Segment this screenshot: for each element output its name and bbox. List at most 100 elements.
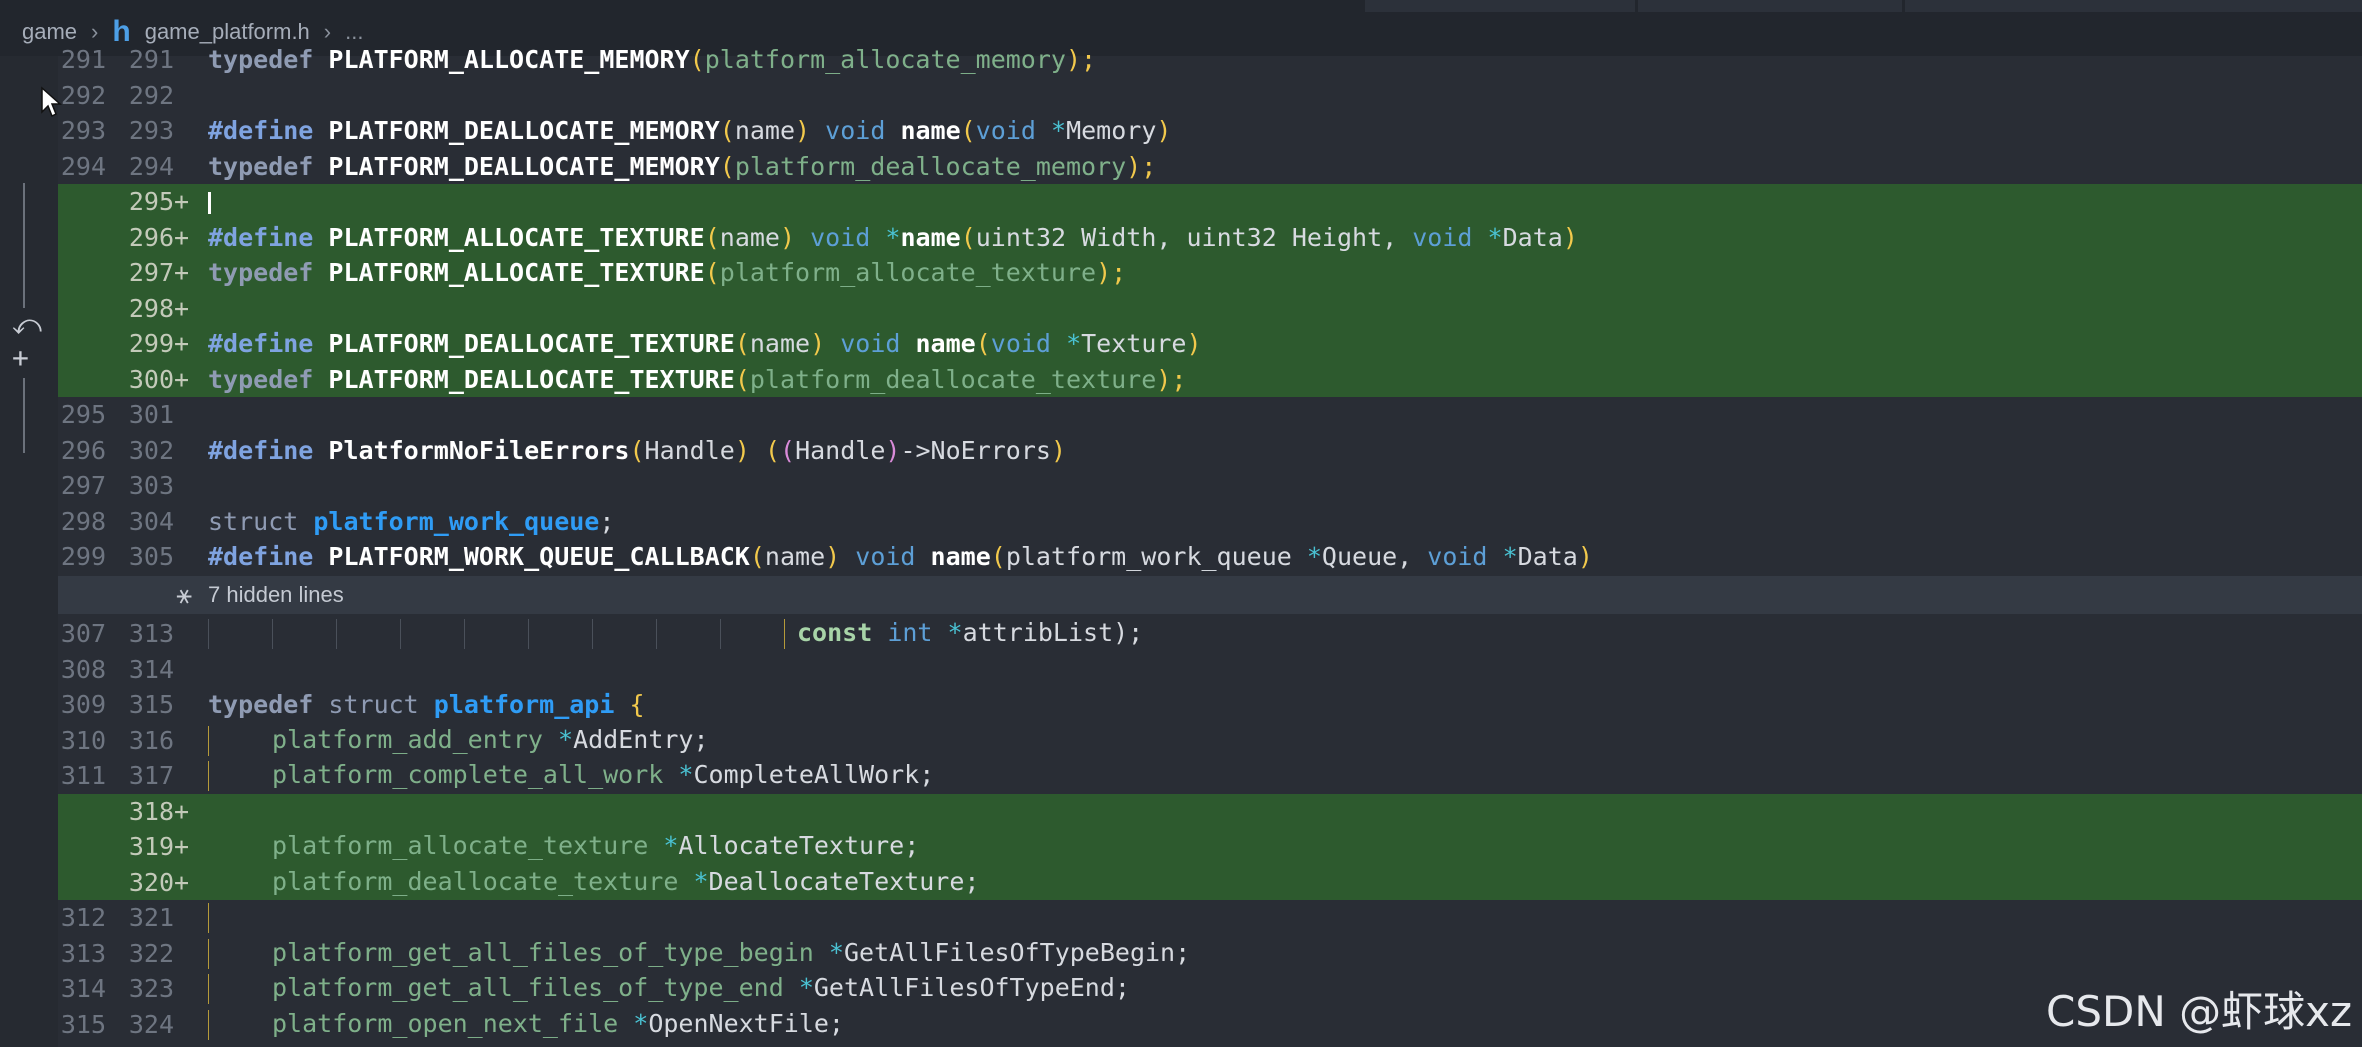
added-marker: +	[174, 796, 190, 826]
old-line-number: 311	[60, 761, 106, 791]
code-line[interactable]: 291 291 typedef PLATFORM_ALLOCATE_MEMORY…	[58, 42, 2362, 78]
code-text: platform_allocate_texture *AllocateTextu…	[272, 831, 920, 861]
old-line-number: 297	[60, 471, 106, 501]
new-line-number: 300	[128, 364, 174, 394]
added-line[interactable]: 298 +	[58, 290, 2362, 326]
old-line-number: 298	[60, 506, 106, 536]
code-text: typedef struct platform_api {	[208, 690, 645, 720]
old-line-number: 307	[60, 619, 106, 649]
code-text: const int *attribList);	[208, 618, 1143, 650]
new-line-number: 315	[128, 690, 174, 720]
old-line-number: 292	[60, 80, 106, 110]
code-text: platform_open_next_file *OpenNextFile;	[208, 1009, 844, 1040]
new-line-number: 324	[128, 1009, 174, 1039]
code-text: #define PlatformNoFileErrors(Handle) ((H…	[208, 435, 1067, 465]
old-line-number: 308	[60, 654, 106, 684]
code-line[interactable]: 308 314	[58, 652, 2362, 688]
added-line[interactable]: 295 +	[58, 184, 2362, 220]
old-line-number: 299	[60, 542, 106, 572]
code-line[interactable]: 310 316 platform_add_entry *AddEntry;	[58, 723, 2362, 759]
new-line-number: 321	[128, 903, 174, 933]
code-line[interactable]: 295 301	[58, 397, 2362, 433]
expand-icon[interactable]: ⚹	[58, 580, 192, 611]
added-line[interactable]: 297 + typedef PLATFORM_ALLOCATE_TEXTURE(…	[58, 255, 2362, 291]
added-marker: +	[174, 832, 190, 862]
code-line[interactable]: 314 323 platform_get_all_files_of_type_e…	[58, 971, 2362, 1007]
code-text: platform_get_all_files_of_type_end *GetA…	[208, 973, 1130, 1005]
added-line[interactable]: 300 + typedef PLATFORM_DEALLOCATE_TEXTUR…	[58, 361, 2362, 397]
revert-icon[interactable]: ⤺	[12, 308, 42, 342]
added-line[interactable]: 319 + platform_allocate_texture *Allocat…	[58, 829, 2362, 865]
new-line-number: 322	[128, 938, 174, 968]
code-line[interactable]: 299 305 #define PLATFORM_WORK_QUEUE_CALL…	[58, 539, 2362, 575]
hidden-lines-fold[interactable]: ⚹ 7 hidden lines	[58, 576, 2362, 614]
plus-icon[interactable]: +	[12, 341, 29, 374]
old-line-number: 309	[60, 690, 106, 720]
code-line[interactable]: 294 294 typedef PLATFORM_DEALLOCATE_MEMO…	[58, 149, 2362, 185]
diff-gutter: ⤺ +	[0, 56, 62, 1047]
gutter-change-bar	[23, 183, 25, 308]
new-line-number: 296	[128, 222, 174, 252]
tab-strip-segment[interactable]	[1365, 0, 1635, 12]
new-line-number: 292	[128, 80, 174, 110]
old-line-number: 310	[60, 725, 106, 755]
added-marker: +	[174, 187, 190, 217]
code-text: typedef PLATFORM_DEALLOCATE_MEMORY(platf…	[208, 151, 1157, 181]
old-line-number: 314	[60, 974, 106, 1004]
code-line[interactable]: 292 292	[58, 78, 2362, 114]
code-line[interactable]: 311 317 platform_complete_all_work *Comp…	[58, 758, 2362, 794]
added-marker: +	[174, 222, 190, 252]
new-line-number: 301	[128, 400, 174, 430]
text-cursor	[208, 192, 211, 215]
added-marker: +	[174, 258, 190, 288]
new-line-number: 297	[128, 258, 174, 288]
added-line[interactable]: 320 + platform_deallocate_texture *Deall…	[58, 864, 2362, 900]
code-line[interactable]: 307 313 const int *attribList);	[58, 616, 2362, 652]
old-line-number: 291	[60, 45, 106, 75]
code-text: typedef PLATFORM_ALLOCATE_MEMORY(platfor…	[208, 45, 1097, 75]
code-line[interactable]: 293 293 #define PLATFORM_DEALLOCATE_MEMO…	[58, 113, 2362, 149]
code-text: #define PLATFORM_ALLOCATE_TEXTURE(name) …	[208, 222, 1578, 252]
code-text: platform_complete_all_work *CompleteAllW…	[208, 760, 934, 792]
hidden-lines-label[interactable]: 7 hidden lines	[208, 582, 344, 608]
code-text: #define PLATFORM_WORK_QUEUE_CALLBACK(nam…	[208, 542, 1593, 572]
new-line-number: 316	[128, 725, 174, 755]
code-text: #define PLATFORM_DEALLOCATE_MEMORY(name)…	[208, 116, 1172, 146]
new-line-number: 293	[128, 116, 174, 146]
code-text: platform_add_entry *AddEntry;	[208, 725, 709, 756]
new-line-number: 305	[128, 542, 174, 572]
new-line-number: 298	[128, 293, 174, 323]
new-line-number: 304	[128, 506, 174, 536]
code-line[interactable]: 296 302 #define PlatformNoFileErrors(Han…	[58, 433, 2362, 469]
added-marker: +	[174, 293, 190, 323]
new-line-number: 299	[128, 329, 174, 359]
code-text: typedef PLATFORM_DEALLOCATE_TEXTURE(plat…	[208, 364, 1187, 394]
new-line-number: 291	[128, 45, 174, 75]
old-line-number: 315	[60, 1009, 106, 1039]
tab-strip-segment[interactable]	[1638, 0, 1902, 12]
code-line[interactable]: 309 315 typedef struct platform_api {	[58, 687, 2362, 723]
gutter-change-bar	[23, 378, 25, 453]
added-marker: +	[174, 867, 190, 897]
old-line-number: 296	[60, 435, 106, 465]
new-line-number: 323	[128, 974, 174, 1004]
code-line[interactable]: 297 303	[58, 468, 2362, 504]
old-line-number: 294	[60, 151, 106, 181]
added-line[interactable]: 296 + #define PLATFORM_ALLOCATE_TEXTURE(…	[58, 219, 2362, 255]
diff-editor[interactable]: 291 291 typedef PLATFORM_ALLOCATE_MEMORY…	[58, 44, 2362, 1047]
code-line[interactable]: 298 304 struct platform_work_queue;	[58, 504, 2362, 540]
new-line-number: 320	[128, 867, 174, 897]
code-text: #define PLATFORM_DEALLOCATE_TEXTURE(name…	[208, 329, 1202, 359]
added-line[interactable]: 318 +	[58, 793, 2362, 829]
code-line[interactable]: 315 324 platform_open_next_file *OpenNex…	[58, 1007, 2362, 1043]
code-line[interactable]: 312 321	[58, 900, 2362, 936]
new-line-number: 319	[128, 832, 174, 862]
new-line-number: 295	[128, 187, 174, 217]
added-marker: +	[174, 364, 190, 394]
code-text: typedef PLATFORM_ALLOCATE_TEXTURE(platfo…	[208, 258, 1127, 288]
code-line[interactable]: 313 322 platform_get_all_files_of_type_b…	[58, 936, 2362, 972]
code-text: struct platform_work_queue;	[208, 506, 615, 536]
added-line[interactable]: 299 + #define PLATFORM_DEALLOCATE_TEXTUR…	[58, 326, 2362, 362]
watermark: CSDN @虾球xz	[2046, 987, 2352, 1036]
tab-strip-segment[interactable]	[1905, 0, 2362, 12]
